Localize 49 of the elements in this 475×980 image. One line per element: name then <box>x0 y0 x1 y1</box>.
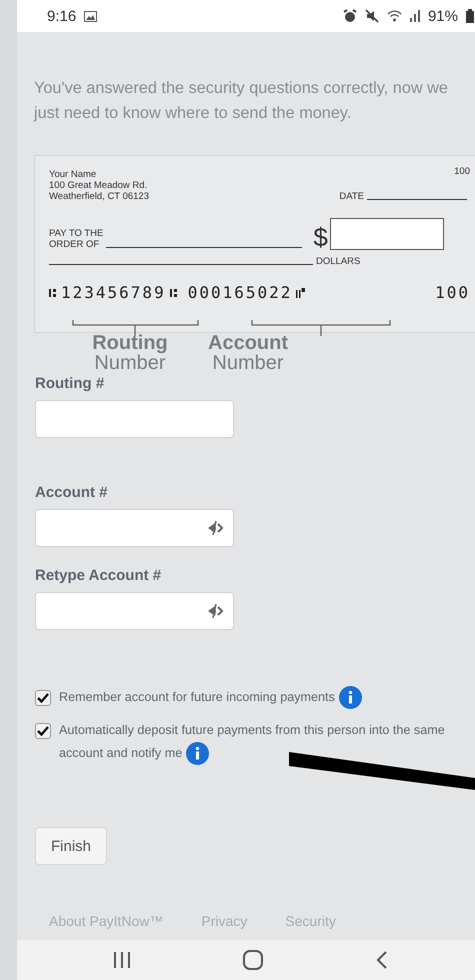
battery-icon <box>466 9 474 23</box>
battery-percent: 91% <box>428 8 458 24</box>
input-field[interactable] <box>35 509 234 547</box>
option-label: Automatically deposit future payments from this person into the same account and notify me <box>59 719 474 766</box>
payee-label: ORDER OF <box>49 239 100 250</box>
intro-text: You've answered the security questions correctly, now we just need to know where to send the money. <box>34 78 449 124</box>
eye-icon[interactable] <box>207 603 225 619</box>
date-label: DATE <box>339 191 364 202</box>
callout-label: Routing <box>92 333 168 353</box>
callout-label: Account <box>208 333 288 353</box>
input-field[interactable] <box>35 400 234 438</box>
dollar-sign: $ <box>313 224 328 250</box>
callout-label: Number <box>94 353 166 373</box>
home-icon[interactable] <box>243 950 264 970</box>
callout-label: Number <box>212 353 284 373</box>
option-label: Remember account for future incoming payments <box>59 686 362 710</box>
transit-symbol-icon <box>49 286 57 298</box>
field-label: Routing # <box>35 375 106 392</box>
footer-link[interactable]: About PayItNow™ <box>49 913 164 930</box>
on-us-symbol-icon <box>296 286 306 298</box>
wifi-icon <box>386 10 402 22</box>
footer-link[interactable]: Security <box>285 913 336 930</box>
payee-label: PAY TO THE <box>49 228 104 239</box>
check-number: 100 <box>454 166 470 177</box>
dollars-label: DOLLARS <box>316 256 360 267</box>
check-digits: 100 <box>435 283 470 302</box>
routing-digits: 123456789 <box>61 283 166 302</box>
transit-symbol-icon <box>170 286 178 298</box>
back-icon[interactable] <box>376 951 388 969</box>
status-time: 9:16 <box>47 8 76 24</box>
field-label: Retype Account # <box>35 567 162 584</box>
checkbox[interactable] <box>35 723 51 740</box>
checkbox[interactable] <box>35 690 51 706</box>
alarm-icon <box>342 9 357 23</box>
image-icon <box>84 10 98 22</box>
check-address: Weatherfield, CT 06123 <box>49 191 149 202</box>
footer-link[interactable]: Privacy <box>201 913 248 930</box>
signal-icon <box>410 10 420 22</box>
check-address: 100 Great Meadow Rd. <box>49 180 148 191</box>
finish-button[interactable]: Finish <box>35 827 107 866</box>
account-digits: 000165022 <box>188 283 292 302</box>
info-icon[interactable] <box>186 742 210 766</box>
input-field[interactable] <box>35 592 234 630</box>
info-icon[interactable] <box>338 686 362 710</box>
recent-apps-icon[interactable] <box>113 951 132 969</box>
field-label: Account # <box>35 484 109 501</box>
mute-icon <box>364 9 379 23</box>
check-name: Your Name <box>49 169 98 180</box>
eye-icon[interactable] <box>207 520 225 536</box>
